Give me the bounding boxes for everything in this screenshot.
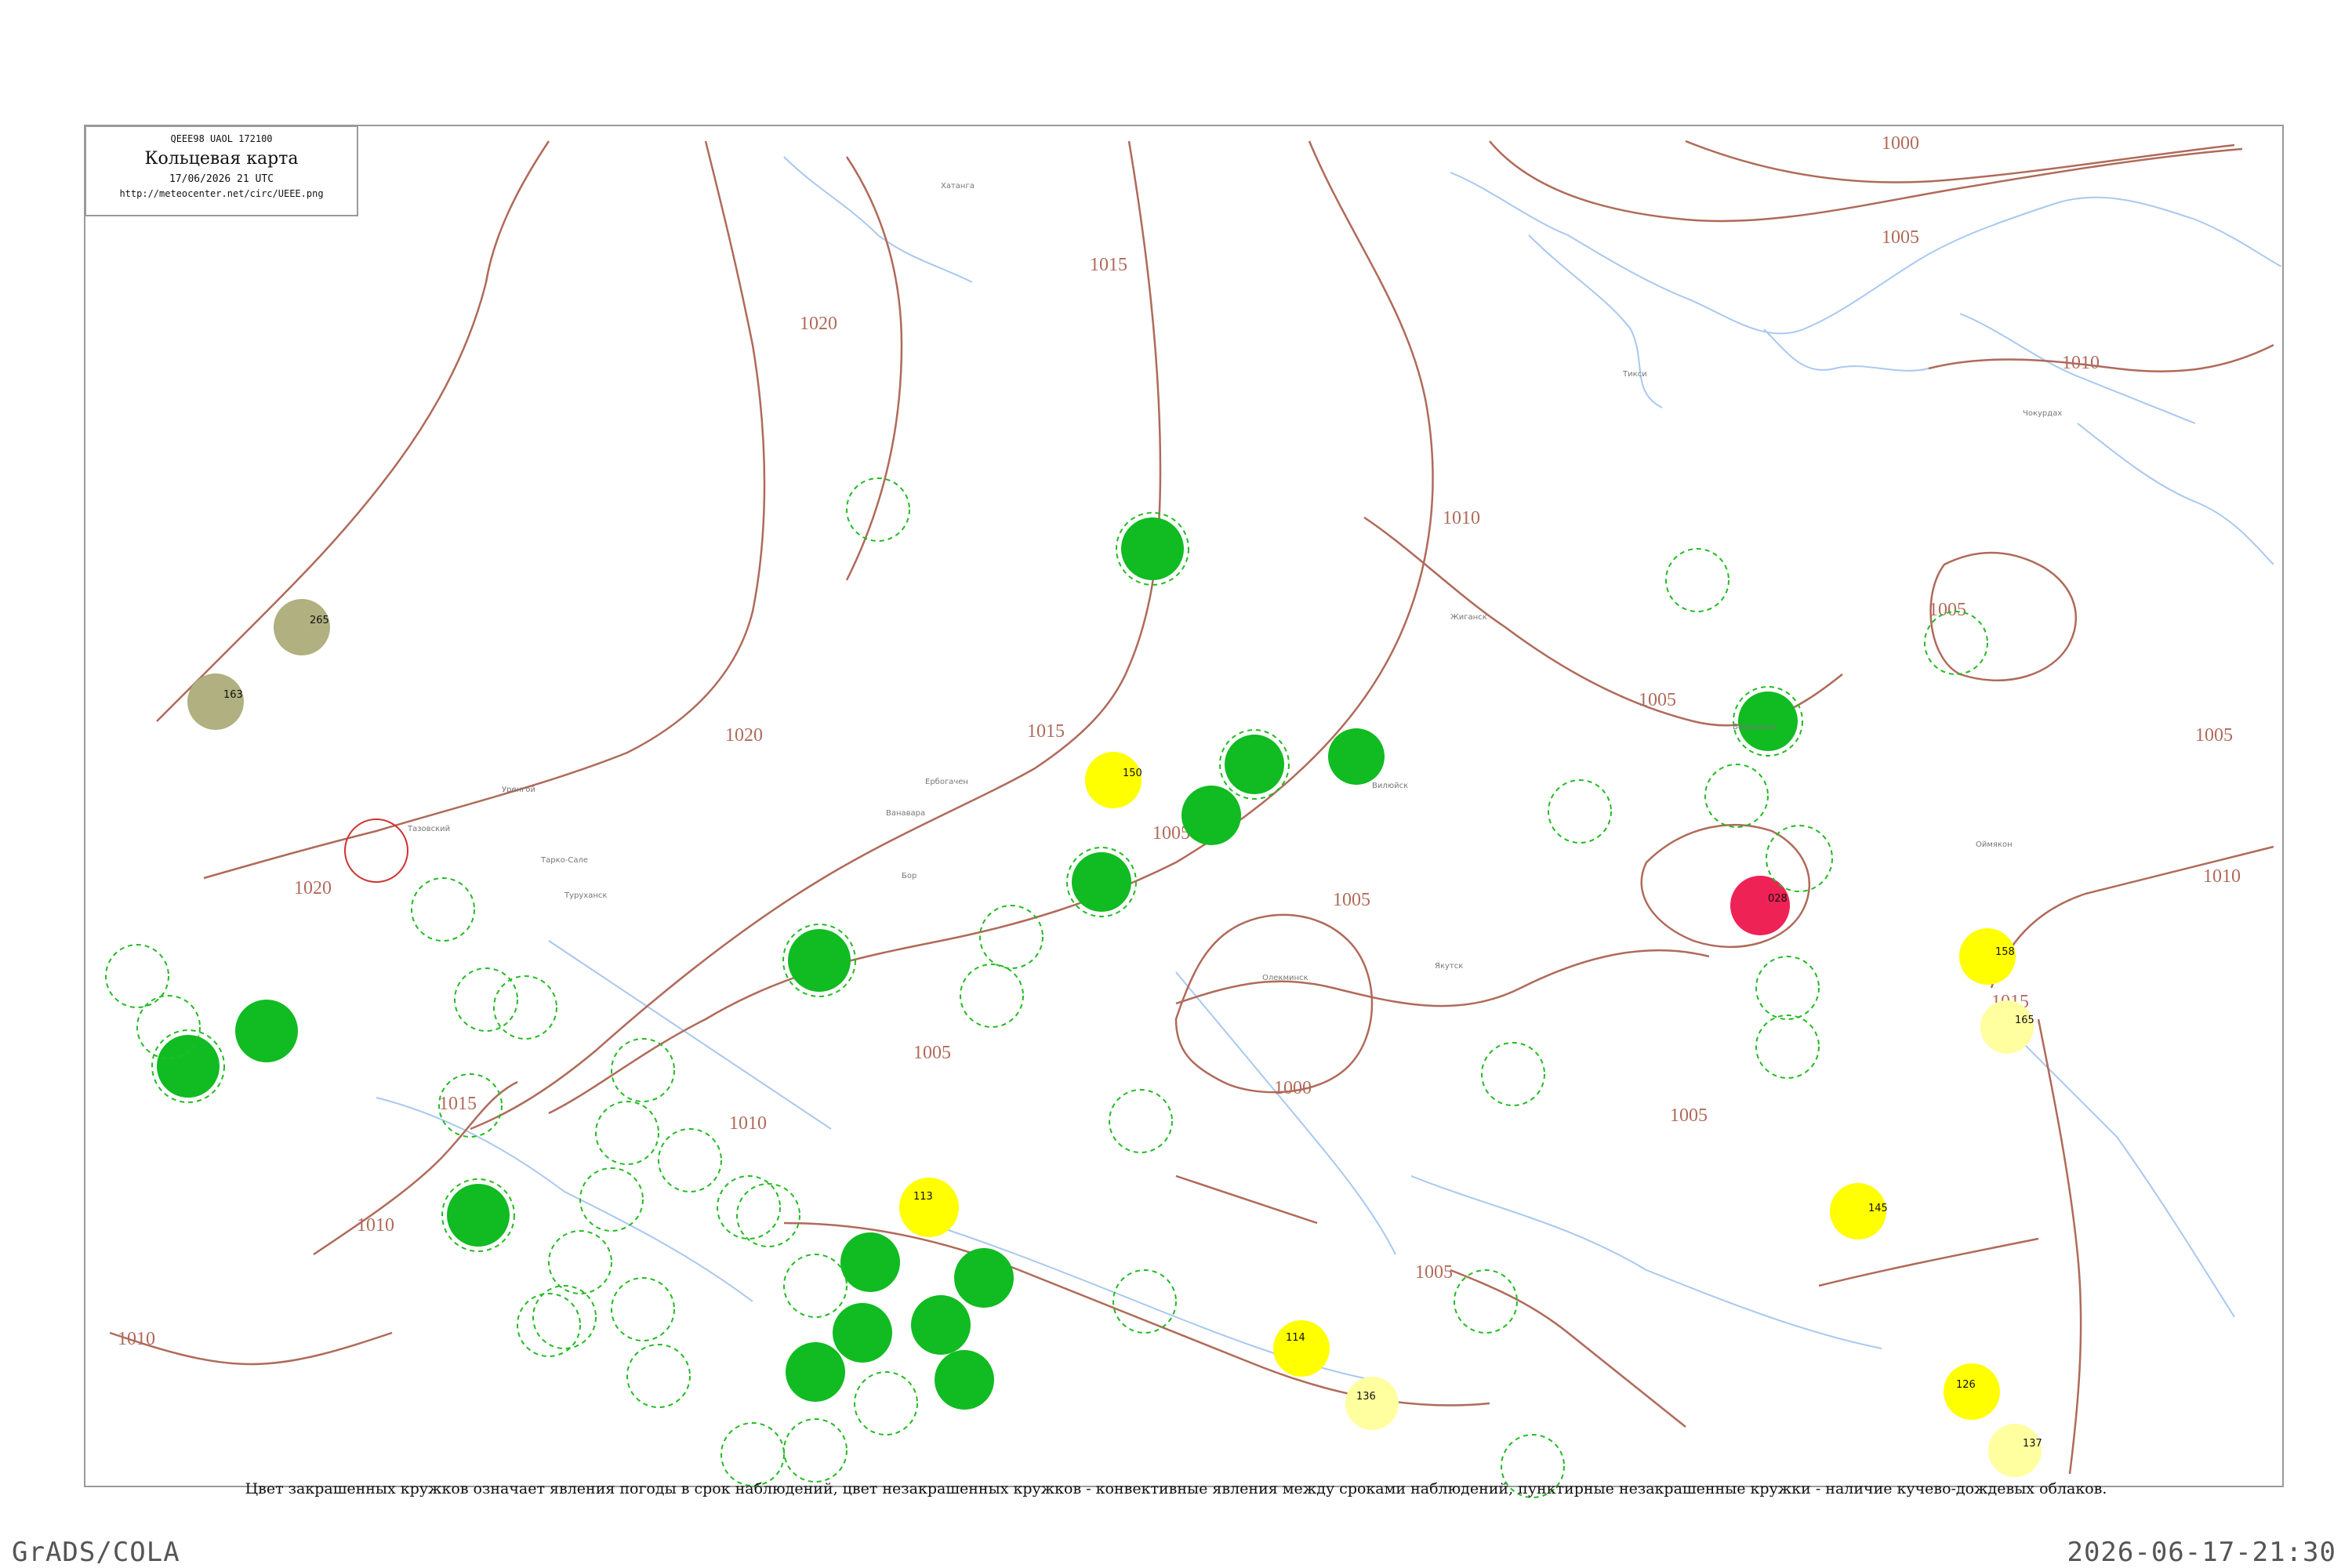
station-name: Ербогачен <box>925 778 968 786</box>
station-circle-green <box>1181 786 1241 845</box>
isobar-label: 1010 <box>357 1215 394 1236</box>
isobar-label: 1010 <box>2062 353 2100 373</box>
footer-timestamp: 2026-06-17-21:30 <box>2067 1537 2336 1568</box>
isobar-label: 1005 <box>1882 227 1919 248</box>
bulletin-code: QEEE98 UAOL 172100 <box>170 133 273 144</box>
station-value: 113 <box>913 1191 933 1203</box>
station-circle-green <box>935 1350 994 1410</box>
station-circle-yellow <box>1273 1320 1330 1377</box>
isobar-label: 1005 <box>1670 1105 1708 1126</box>
station-circle-green <box>1328 728 1385 785</box>
station-value: 126 <box>1956 1379 1976 1391</box>
station-circle-green <box>157 1035 220 1098</box>
station-name: Хатанга <box>941 182 975 191</box>
station-name: Чокурдах <box>2023 409 2062 418</box>
station-circle-green <box>786 1342 845 1402</box>
station-name: Олекминск <box>1262 974 1308 982</box>
isobar-label: 1005 <box>1929 600 1966 620</box>
station-circle-olive <box>187 673 244 730</box>
station-circle-green <box>235 1000 298 1062</box>
isobar-label: 1005 <box>2195 725 2233 746</box>
weather-map: 1000 1005 1010 1015 1020 1010 1005 1005 … <box>84 125 2284 1498</box>
map-caption: Цвет закрашенных кружков означает явлени… <box>245 1480 2107 1497</box>
station-circle-paleyellow <box>1345 1377 1399 1430</box>
station-circle-green <box>788 929 851 992</box>
map-url[interactable]: http://meteocenter.net/circ/UEEE.png <box>86 188 357 199</box>
station-name: Тарко-Сале <box>540 856 588 865</box>
station-value: 145 <box>1868 1203 1888 1214</box>
station-circle-paleyellow <box>1980 1000 2034 1054</box>
station-value: 150 <box>1123 768 1142 779</box>
station-circle-green <box>1121 517 1184 580</box>
isobar-label: 1010 <box>729 1113 767 1134</box>
isobar-label: 1010 <box>2203 866 2241 887</box>
station-name: Оймякон <box>1976 840 2013 849</box>
station-value: 165 <box>2015 1014 2034 1026</box>
station-name: Тикси <box>1622 370 1647 379</box>
station-name: Якутск <box>1435 962 1463 971</box>
station-circle-green <box>1738 691 1798 751</box>
map-legend: QEEE98 UAOL 172100 Кольцевая карта 17/06… <box>85 125 358 216</box>
isobar-label: 1015 <box>439 1094 477 1114</box>
isobar-label: 1005 <box>913 1043 951 1063</box>
station-circle-yellow <box>1085 752 1142 808</box>
isobar-label: 1005 <box>1415 1262 1453 1283</box>
station-name: Жиганск <box>1450 613 1487 622</box>
map-date: 17/06/2026 21 UTC <box>169 173 274 185</box>
station-name: Бор <box>902 872 916 880</box>
station-circle-green <box>833 1303 892 1363</box>
station-circle-green <box>954 1248 1014 1308</box>
isobar-label: 1000 <box>1882 133 1919 154</box>
station-circle-yellow <box>899 1178 959 1237</box>
station-name: Туруханск <box>564 891 607 900</box>
station-value: 028 <box>1768 893 1788 905</box>
station-circle-red <box>1730 876 1790 935</box>
station-name: Верхоянск <box>1733 723 1777 731</box>
station-value: 136 <box>1356 1391 1376 1403</box>
isobar-label: 1010 <box>118 1329 155 1349</box>
station-name: Вилюйск <box>1372 782 1408 790</box>
station-value: 114 <box>1286 1332 1305 1344</box>
footer-software: GrADS/COLA <box>12 1537 180 1568</box>
isobar-label: 1000 <box>1274 1078 1312 1098</box>
station-circle-green <box>1225 735 1284 794</box>
station-circle-green <box>911 1295 971 1355</box>
station-value: 158 <box>1995 946 2015 958</box>
station-name: Тазовский <box>407 825 450 833</box>
map-title: Кольцевая карта <box>144 149 299 169</box>
station-value: 137 <box>2023 1438 2042 1450</box>
isobar-label: 1020 <box>725 725 763 746</box>
station-circle-green <box>447 1184 510 1247</box>
station-circle-green <box>840 1232 900 1292</box>
isobar-label: 1015 <box>1090 255 1127 275</box>
station-circle-yellow <box>1944 1363 2000 1420</box>
station-circle-paleyellow <box>1988 1424 2042 1477</box>
station-circle-green <box>1072 852 1131 912</box>
station-value: 265 <box>310 615 329 626</box>
station-circle-olive <box>274 599 330 655</box>
isobar-label: 1005 <box>1333 890 1370 910</box>
station-name: Уренгой <box>502 786 535 794</box>
station-name: Ванавара <box>886 809 925 818</box>
station-value: 163 <box>223 689 243 701</box>
isobar-label: 1010 <box>1443 508 1480 528</box>
isobar-label: 1005 <box>1639 690 1676 710</box>
isobar-label: 1015 <box>1027 721 1065 742</box>
isobar-label: 1020 <box>800 314 837 334</box>
isobar-label: 1020 <box>294 878 332 898</box>
